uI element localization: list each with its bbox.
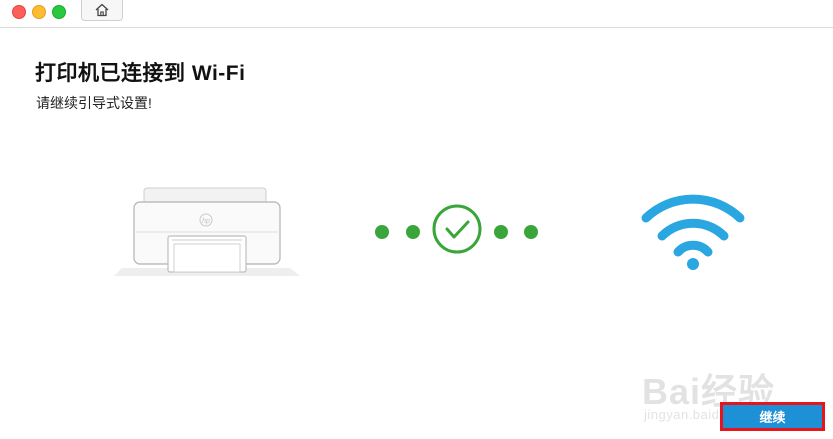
minimize-window-button[interactable] bbox=[32, 5, 46, 19]
page-title: 打印机已连接到 Wi-Fi bbox=[35, 62, 246, 85]
svg-text:hp: hp bbox=[202, 218, 210, 225]
wifi-icon bbox=[641, 194, 745, 270]
status-dot bbox=[494, 225, 508, 239]
home-icon bbox=[95, 3, 109, 17]
status-dot bbox=[375, 225, 389, 239]
check-circle-icon bbox=[432, 204, 482, 254]
connection-status-indicator bbox=[375, 204, 538, 254]
status-dot bbox=[524, 225, 538, 239]
page-subtitle: 请继续引导式设置! bbox=[36, 95, 152, 111]
home-button[interactable] bbox=[81, 0, 123, 21]
window-titlebar bbox=[0, 0, 833, 28]
continue-button[interactable]: 继续 bbox=[720, 402, 825, 431]
status-dot bbox=[406, 225, 420, 239]
printer-icon: hp bbox=[114, 187, 300, 276]
close-window-button[interactable] bbox=[12, 5, 26, 19]
maximize-window-button[interactable] bbox=[52, 5, 66, 19]
